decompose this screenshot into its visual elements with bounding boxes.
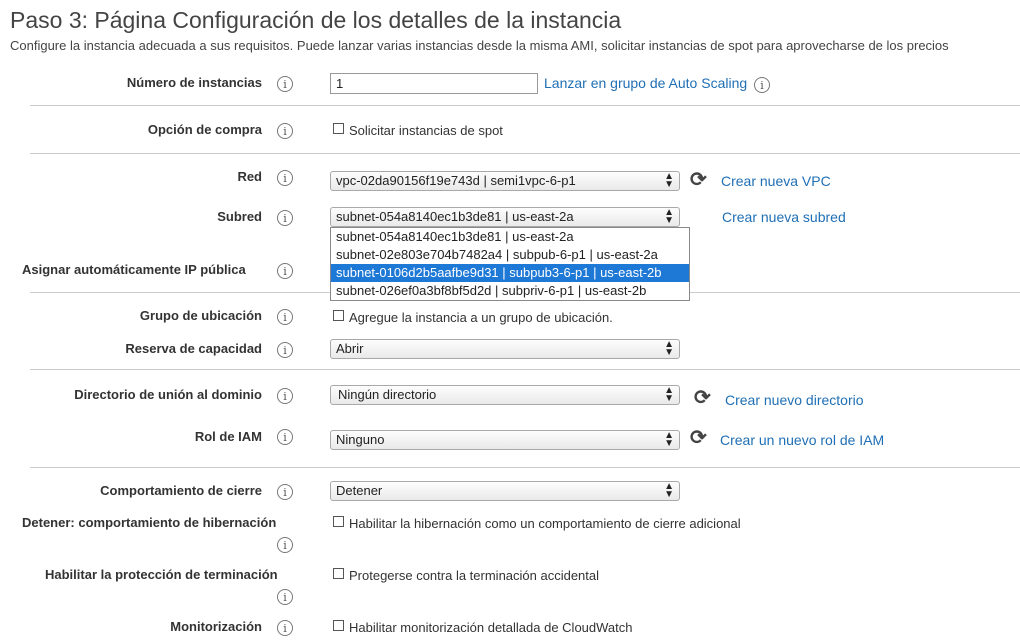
monitoring-checkbox[interactable] <box>333 620 344 631</box>
capacity-reservation-label: Reserva de capacidad <box>125 341 262 356</box>
monitoring-label: Monitorización <box>170 619 262 634</box>
select-arrows-icon: ▲ ▼ <box>664 207 674 226</box>
termination-protection-label: Habilitar la protección de terminación <box>45 567 278 582</box>
select-arrows-icon: ▲ ▼ <box>664 385 674 404</box>
hibernate-behavior-label: Detener: comportamiento de hibernación <box>22 515 277 530</box>
placement-group-label: Grupo de ubicación <box>139 308 262 323</box>
shutdown-behavior-value: Detener <box>336 483 383 498</box>
info-icon[interactable]: i <box>277 170 293 186</box>
divider <box>30 153 1020 154</box>
domain-join-label: Directorio de unión al dominio <box>74 387 262 402</box>
create-vpc-link[interactable]: Crear nueva VPC <box>721 173 831 189</box>
network-select[interactable]: vpc-02da90156f19e743d | semi1vpc-6-p1 ▲ ▼ <box>330 171 680 191</box>
subnet-option[interactable]: subnet-026ef0a3bf8bf5d2d | subpriv-6-p1 … <box>331 282 689 300</box>
divider <box>30 467 1020 468</box>
capacity-reservation-value: Abrir <box>336 341 364 356</box>
network-label: Red <box>237 169 262 184</box>
info-icon[interactable]: i <box>277 388 293 404</box>
select-arrows-icon: ▲ ▼ <box>664 171 674 190</box>
info-icon[interactable]: i <box>277 589 293 605</box>
num-instances-label: Número de instancias <box>126 75 262 90</box>
create-iam-role-link[interactable]: Crear un nuevo rol de IAM <box>720 432 884 448</box>
info-icon[interactable]: i <box>277 484 293 500</box>
subnet-select-value: subnet-054a8140ec1b3de81 | us-east-2a <box>336 209 574 224</box>
info-icon[interactable]: i <box>277 429 293 445</box>
subnet-label: Subred <box>217 209 262 224</box>
select-arrows-icon: ▲ ▼ <box>664 339 674 358</box>
spot-checkbox[interactable] <box>333 123 344 134</box>
refresh-icon[interactable]: ⟳ <box>694 388 711 408</box>
subnet-dropdown-list: subnet-054a8140ec1b3de81 | us-east-2a su… <box>330 227 690 301</box>
auto-public-ip-label: Asignar automáticamente IP pública <box>22 262 246 277</box>
shutdown-behavior-select[interactable]: Detener ▲ ▼ <box>330 481 680 501</box>
info-icon[interactable]: i <box>754 77 770 93</box>
auto-scaling-link[interactable]: Lanzar en grupo de Auto Scaling <box>544 75 747 91</box>
info-icon[interactable]: i <box>277 210 293 226</box>
placement-group-checkbox[interactable] <box>333 310 344 321</box>
select-arrows-icon: ▲ ▼ <box>664 430 674 449</box>
create-directory-link[interactable]: Crear nuevo directorio <box>725 392 864 408</box>
termination-protection-checkbox[interactable] <box>333 568 344 579</box>
subnet-option[interactable]: subnet-054a8140ec1b3de81 | us-east-2a <box>331 228 689 246</box>
num-instances-input[interactable] <box>330 73 538 94</box>
network-select-value: vpc-02da90156f19e743d | semi1vpc-6-p1 <box>336 173 576 188</box>
iam-role-select[interactable]: Ninguno ▲ ▼ <box>330 430 680 450</box>
purchase-option-label: Opción de compra <box>147 122 262 137</box>
info-icon[interactable]: i <box>277 263 293 279</box>
divider <box>30 369 1020 370</box>
domain-join-select[interactable]: Ningún directorio ▲ ▼ <box>330 385 680 405</box>
subnet-option[interactable]: subnet-0106d2b5aafbe9d31 | subpub3-6-p1 … <box>331 264 689 282</box>
monitoring-checkbox-label: Habilitar monitorización detallada de Cl… <box>349 620 633 635</box>
iam-role-label: Rol de IAM <box>194 429 262 444</box>
divider <box>30 105 1020 106</box>
hibernate-checkbox-label: Habilitar la hibernación como un comport… <box>349 516 741 531</box>
domain-join-value: Ningún directorio <box>338 387 437 402</box>
info-icon[interactable]: i <box>277 309 293 325</box>
subnet-option[interactable]: subnet-02e803e704b7482a4 | subpub-6-p1 |… <box>331 246 689 264</box>
info-icon[interactable]: i <box>277 76 293 92</box>
create-subnet-link[interactable]: Crear nueva subred <box>722 209 846 225</box>
hibernate-checkbox[interactable] <box>333 516 344 527</box>
spot-checkbox-label: Solicitar instancias de spot <box>349 123 503 138</box>
termination-protection-checkbox-label: Protegerse contra la terminación acciden… <box>349 568 600 583</box>
info-icon[interactable]: i <box>277 620 293 636</box>
placement-group-checkbox-label: Agregue la instancia a un grupo de ubica… <box>349 310 613 325</box>
subnet-select[interactable]: subnet-054a8140ec1b3de81 | us-east-2a ▲ ▼ <box>330 207 680 227</box>
page-subtitle: Configure la instancia adecuada a sus re… <box>10 38 949 53</box>
info-icon[interactable]: i <box>277 342 293 358</box>
page-title: Paso 3: Página Configuración de los deta… <box>10 7 622 33</box>
refresh-icon[interactable]: ⟳ <box>690 170 707 190</box>
info-icon[interactable]: i <box>277 123 293 139</box>
shutdown-behavior-label: Comportamiento de cierre <box>100 483 262 498</box>
info-icon[interactable]: i <box>277 537 293 553</box>
select-arrows-icon: ▲ ▼ <box>664 481 674 500</box>
refresh-icon[interactable]: ⟳ <box>690 428 707 448</box>
iam-role-value: Ninguno <box>336 432 385 447</box>
capacity-reservation-select[interactable]: Abrir ▲ ▼ <box>330 339 680 359</box>
